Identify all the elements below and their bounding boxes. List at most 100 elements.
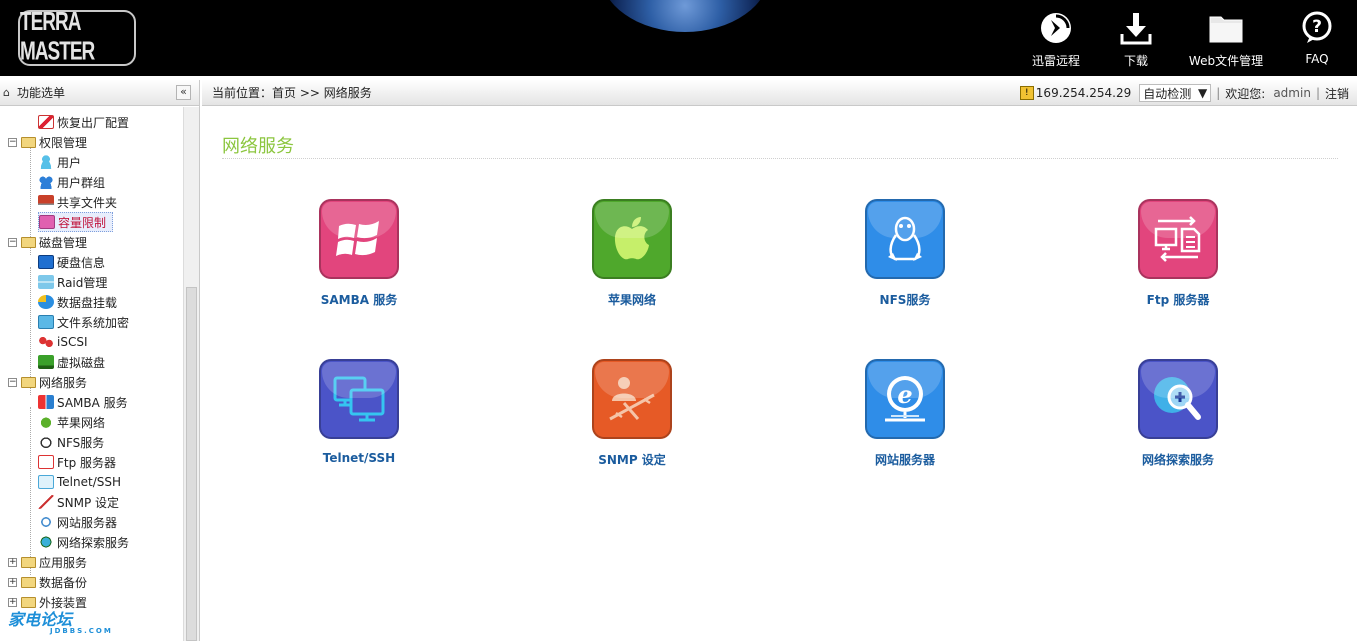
menu-tree: 恢复出厂配置 − 权限管理 用户 用户群组 共享文件夹 容量限制 − 磁盘管理 [0, 107, 184, 641]
sidebar-item-user-group[interactable]: 用户群组 [38, 172, 105, 192]
collapse-icon[interactable]: − [8, 237, 17, 247]
apple-icon [592, 199, 672, 279]
snmp-network-icon [592, 359, 672, 439]
sidebar-group-backup[interactable]: + 数据备份 [8, 572, 87, 592]
download-icon [1097, 8, 1175, 48]
page-title: 网络服务 [222, 136, 294, 157]
collapse-sidebar-button[interactable]: « [176, 85, 191, 100]
download-label: 下载 [1123, 54, 1148, 68]
remote-download-icon [1015, 8, 1097, 48]
scrollbar-thumb[interactable] [186, 287, 197, 641]
quota-icon [39, 215, 55, 229]
sidebar-item-raid[interactable]: Raid管理 [38, 272, 107, 292]
title-divider [222, 158, 1338, 159]
sidebar-item-iscsi[interactable]: iSCSI [38, 332, 88, 352]
sidebar-item-web-server[interactable]: 网站服务器 [38, 512, 117, 532]
sidebar-item-virtual-disk[interactable]: 虚拟磁盘 [38, 352, 105, 372]
faq-button[interactable]: ? FAQ [1277, 8, 1357, 69]
top-nav: 迅雷远程 下载 Web文件管理 ? FAQ [1015, 8, 1357, 69]
encryption-icon [38, 315, 54, 329]
snmp-icon [38, 495, 54, 509]
sidebar-group-disk[interactable]: − 磁盘管理 [8, 232, 87, 252]
penguin-icon [38, 435, 54, 449]
sidebar-item-network-discovery[interactable]: 网络探索服务 [38, 532, 129, 552]
sidebar-scrollbar[interactable] [183, 107, 199, 641]
apple-network-label: 苹果网络 [607, 293, 656, 307]
sidebar-item-nfs[interactable]: NFS服务 [38, 432, 104, 452]
snmp-settings-label: SNMP 设定 [598, 453, 666, 467]
expand-icon[interactable]: + [8, 577, 17, 587]
web-server-icon: e [865, 359, 945, 439]
web-file-manager-label: Web文件管理 [1188, 54, 1264, 68]
ftp-icon [38, 455, 54, 469]
sidebar-item-samba[interactable]: SAMBA 服务 [38, 392, 128, 412]
logout-link[interactable]: 注销 [1325, 85, 1349, 102]
watermark-subtext: JDBBS.COM [50, 627, 113, 635]
network-discovery-tile[interactable]: 网络探索服务 [1098, 359, 1258, 468]
sidebar-item-quota[interactable]: 容量限制 [38, 212, 114, 232]
collapse-icon[interactable]: − [8, 377, 17, 387]
welcome-text: 欢迎您: [1225, 86, 1266, 101]
windows-icon [319, 199, 399, 279]
svg-text:e: e [897, 380, 912, 409]
web-file-manager-button[interactable]: Web文件管理 [1175, 8, 1277, 69]
folder-open-icon [21, 376, 36, 388]
globe-graphic [600, 0, 770, 32]
sidebar-item-fs-encryption[interactable]: 文件系统加密 [38, 312, 129, 332]
disk-info-icon [38, 255, 54, 269]
sidebar-item-shared-folder[interactable]: 共享文件夹 [38, 192, 117, 212]
telnet-ssh-tile[interactable]: Telnet/SSH [279, 359, 439, 465]
sidebar-item-disk-info[interactable]: 硬盘信息 [38, 252, 105, 272]
sidebar-item-snmp[interactable]: SNMP 设定 [38, 492, 119, 512]
forum-watermark: 家电论坛 JDBBS.COM [8, 606, 113, 635]
samba-service-tile[interactable]: SAMBA 服务 [279, 199, 439, 308]
user-icon [38, 155, 54, 169]
apple-network-tile[interactable]: 苹果网络 [552, 199, 712, 308]
language-select[interactable]: 自动检测 ▼ [1139, 84, 1212, 102]
snmp-settings-tile[interactable]: SNMP 设定 [552, 359, 712, 468]
sidebar-item-telnet[interactable]: Telnet/SSH [38, 472, 121, 492]
expand-icon[interactable]: + [8, 557, 17, 567]
sidebar-item-disk-mount[interactable]: 数据盘挂载 [38, 292, 117, 312]
sidebar-group-permissions[interactable]: − 权限管理 [8, 132, 87, 152]
monitors-icon [319, 359, 399, 439]
faq-label: FAQ [1305, 52, 1329, 66]
terramaster-logo[interactable]: TERRA MASTER [18, 8, 136, 66]
separator: | [1315, 86, 1320, 100]
sidebar-item-apple[interactable]: 苹果网络 [38, 412, 105, 432]
home-icon: ⌂ [3, 86, 10, 99]
sidebar-group-network[interactable]: − 网络服务 [8, 372, 87, 392]
status-area: ! 169.254.254.29 自动检测 ▼ | 欢迎您: admin | 注… [1019, 84, 1349, 102]
folder-icon [21, 576, 36, 588]
apple-icon [38, 415, 54, 429]
sidebar: ⌂ 功能选单 « 恢复出厂配置 − 权限管理 用户 用户群组 共享文件夹 容量限… [0, 80, 200, 641]
nfs-service-tile[interactable]: NFS服务 [825, 199, 985, 308]
pie-chart-icon [38, 295, 54, 309]
folder-icon [21, 556, 36, 568]
telnet-ssh-label: Telnet/SSH [322, 451, 396, 465]
sidebar-group-app-services[interactable]: + 应用服务 [8, 552, 87, 572]
breadcrumb-bar: 当前位置：首页 >> 网络服务 ! 169.254.254.29 自动检测 ▼ … [202, 80, 1357, 106]
network-discovery-label: 网络探索服务 [1141, 453, 1214, 467]
web-server-tile[interactable]: e 网站服务器 [825, 359, 985, 468]
shared-folder-icon [38, 195, 54, 209]
sidebar-item-ftp[interactable]: Ftp 服务器 [38, 452, 116, 472]
network-search-icon [38, 535, 54, 549]
monitors-icon [38, 475, 54, 489]
network-warning-icon: ! [1019, 86, 1034, 100]
samba-service-label: SAMBA 服务 [320, 293, 398, 307]
breadcrumb: 当前位置：首页 >> 网络服务 [212, 86, 372, 100]
reset-icon [38, 115, 54, 129]
separator: | [1216, 86, 1221, 100]
sidebar-item-user[interactable]: 用户 [38, 152, 81, 172]
remote-download-button[interactable]: 迅雷远程 [1015, 8, 1097, 69]
download-button[interactable]: 下载 [1097, 8, 1175, 69]
language-select-value: 自动检测 [1143, 86, 1192, 101]
sidebar-item-factory-reset[interactable]: 恢复出厂配置 [38, 112, 129, 132]
nfs-service-label: NFS服务 [879, 293, 931, 307]
ftp-server-tile[interactable]: Ftp 服务器 [1098, 199, 1258, 308]
sidebar-title: 功能选单 [17, 86, 66, 100]
top-header: TERRA MASTER 迅雷远程 下载 Web文件管理 ? FAQ [0, 0, 1357, 76]
collapse-icon[interactable]: − [8, 137, 17, 147]
ip-address: 169.254.254.29 [1035, 86, 1132, 100]
